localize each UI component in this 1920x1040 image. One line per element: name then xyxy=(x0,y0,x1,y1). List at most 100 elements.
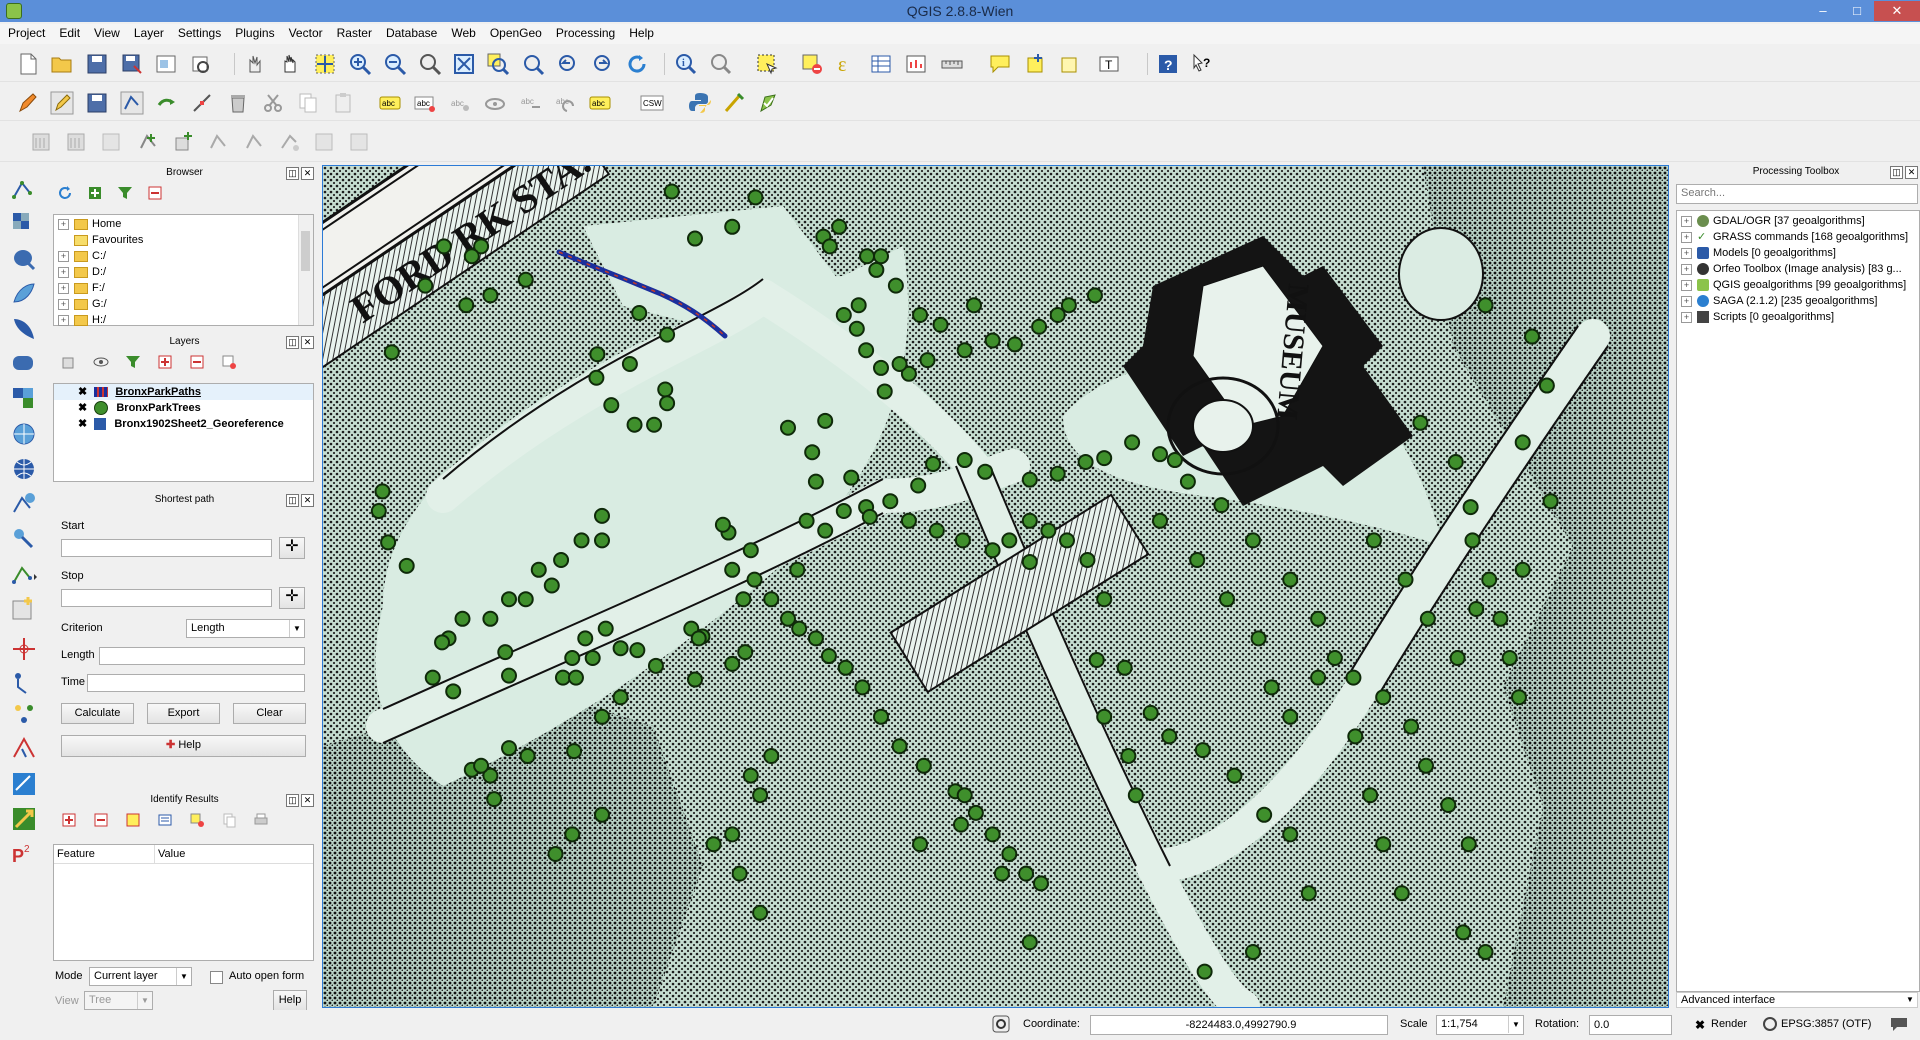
zoom-native-icon[interactable] xyxy=(418,52,442,76)
tree-point[interactable] xyxy=(501,591,517,608)
export-button[interactable]: Export xyxy=(147,703,220,724)
tree-point[interactable] xyxy=(566,743,583,760)
tree-point[interactable] xyxy=(659,395,676,412)
tree-point[interactable] xyxy=(1375,689,1392,706)
tree-point[interactable] xyxy=(1455,924,1472,941)
map-tips-icon[interactable] xyxy=(709,52,733,76)
tree-point[interactable] xyxy=(1282,571,1299,588)
tree-point[interactable] xyxy=(1460,836,1477,853)
tree-point[interactable] xyxy=(1096,708,1113,725)
tree-point[interactable] xyxy=(1120,748,1137,764)
tree-point[interactable] xyxy=(1096,591,1113,608)
add-oracle-layer-icon[interactable] xyxy=(10,350,38,378)
tree-point[interactable] xyxy=(594,507,610,524)
tree-point[interactable] xyxy=(737,644,754,661)
new-shapefile-layer-icon[interactable] xyxy=(10,560,38,588)
tree-point[interactable] xyxy=(519,748,536,764)
browser-item-d[interactable]: + D:/ xyxy=(54,264,313,280)
tree-point[interactable] xyxy=(1263,679,1280,696)
tree-point[interactable] xyxy=(1021,512,1038,529)
label-move-icon[interactable]: abc xyxy=(518,91,542,115)
tree-point[interactable] xyxy=(445,683,462,700)
close-panel-icon[interactable]: ✕ xyxy=(301,794,314,807)
maximize-button[interactable]: □ xyxy=(1840,1,1874,21)
add-feature-icon[interactable] xyxy=(120,91,144,115)
collapse-tree-icon[interactable] xyxy=(93,812,109,828)
layer-item-bronx1902[interactable]: +✖ Bronx1902Sheet2_Georeference xyxy=(54,416,313,432)
tree-point[interactable] xyxy=(482,287,499,304)
minimize-button[interactable]: – xyxy=(1806,1,1840,21)
tree-point[interactable] xyxy=(956,342,973,359)
tree-point[interactable] xyxy=(1510,689,1527,706)
tree-point[interactable] xyxy=(1032,875,1049,892)
feature-column-header[interactable]: Feature xyxy=(57,845,95,863)
add-wfs-layer-icon[interactable] xyxy=(10,455,38,483)
tree-point[interactable] xyxy=(1006,336,1023,353)
tree-point[interactable] xyxy=(463,248,480,265)
tree-point[interactable] xyxy=(912,836,929,853)
tree-point[interactable] xyxy=(646,416,663,433)
float-icon[interactable]: ◫ xyxy=(286,794,299,807)
tree-point[interactable] xyxy=(900,512,917,529)
add-vector-layer-icon[interactable] xyxy=(10,175,38,203)
tree-point[interactable] xyxy=(594,708,610,725)
tree-point[interactable] xyxy=(1152,512,1168,529)
composer-manager-icon[interactable] xyxy=(188,52,212,76)
tree-point[interactable] xyxy=(1462,499,1479,516)
tree-point[interactable] xyxy=(817,412,834,429)
pan-to-selection-icon[interactable] xyxy=(313,52,337,76)
text-annotation-icon[interactable]: T xyxy=(1097,52,1121,76)
tree-point[interactable] xyxy=(956,787,973,804)
browser-item-g[interactable]: + G:/ xyxy=(54,296,313,312)
move-feature-icon[interactable] xyxy=(155,91,179,115)
tree-point[interactable] xyxy=(1001,846,1018,862)
tree-point[interactable] xyxy=(647,657,664,674)
tree-point[interactable] xyxy=(547,846,564,862)
mode-select[interactable]: Current layer ▼ xyxy=(89,967,192,986)
tree-point[interactable] xyxy=(780,419,796,436)
cut-features-icon[interactable] xyxy=(261,91,285,115)
expand-tree-icon[interactable] xyxy=(61,812,77,828)
layer-item-bronxparkpaths[interactable]: +✖ BronxParkPaths xyxy=(54,384,313,400)
tree-point[interactable] xyxy=(659,326,676,343)
tree-point[interactable] xyxy=(887,277,904,294)
topology-checker-icon[interactable] xyxy=(10,735,38,763)
capture-stop-point-button[interactable]: ✛ xyxy=(279,587,305,609)
tree-point[interactable] xyxy=(543,577,560,594)
zoom-out-icon[interactable] xyxy=(383,52,407,76)
tree-point[interactable] xyxy=(1166,452,1183,469)
tree-point[interactable] xyxy=(837,659,854,676)
start-point-field[interactable] xyxy=(61,539,272,557)
tree-point[interactable] xyxy=(742,542,759,559)
layer-visible-checkbox[interactable]: ✖ xyxy=(78,418,87,430)
tree-point[interactable] xyxy=(594,806,610,823)
tree-point[interactable] xyxy=(1481,571,1498,588)
manage-visibility-icon[interactable] xyxy=(93,354,109,370)
tree-point[interactable] xyxy=(1477,944,1494,960)
browser-item-favourites[interactable]: +Favourites xyxy=(54,232,313,248)
tree-point[interactable] xyxy=(966,297,982,314)
zoom-to-layer-icon[interactable] xyxy=(521,52,545,76)
tree-point[interactable] xyxy=(1021,934,1038,951)
tree-point[interactable] xyxy=(1375,836,1392,853)
close-panel-icon[interactable]: ✕ xyxy=(301,167,314,180)
tree-point[interactable] xyxy=(1310,610,1327,627)
layer-item-bronxparktrees[interactable]: +✖ BronxParkTrees xyxy=(54,400,313,416)
tree-point[interactable] xyxy=(891,356,908,372)
tree-point[interactable] xyxy=(1501,650,1518,666)
tree-point[interactable] xyxy=(1152,446,1168,463)
tree-point[interactable] xyxy=(584,650,601,666)
messages-icon[interactable] xyxy=(1890,1016,1908,1032)
add-wms-layer-icon[interactable] xyxy=(10,385,38,413)
tree-point[interactable] xyxy=(1116,659,1133,676)
tree-point[interactable] xyxy=(1403,718,1420,735)
tree-point[interactable] xyxy=(1031,318,1048,335)
tree-point[interactable] xyxy=(1179,473,1196,490)
tree-point[interactable] xyxy=(417,277,434,294)
tree-point[interactable] xyxy=(1492,610,1509,627)
tree-point[interactable] xyxy=(573,532,590,549)
tree-point[interactable] xyxy=(956,452,973,469)
tree-point[interactable] xyxy=(1021,471,1038,488)
tree-point[interactable] xyxy=(919,352,936,369)
close-panel-icon[interactable]: ✕ xyxy=(1905,166,1918,179)
